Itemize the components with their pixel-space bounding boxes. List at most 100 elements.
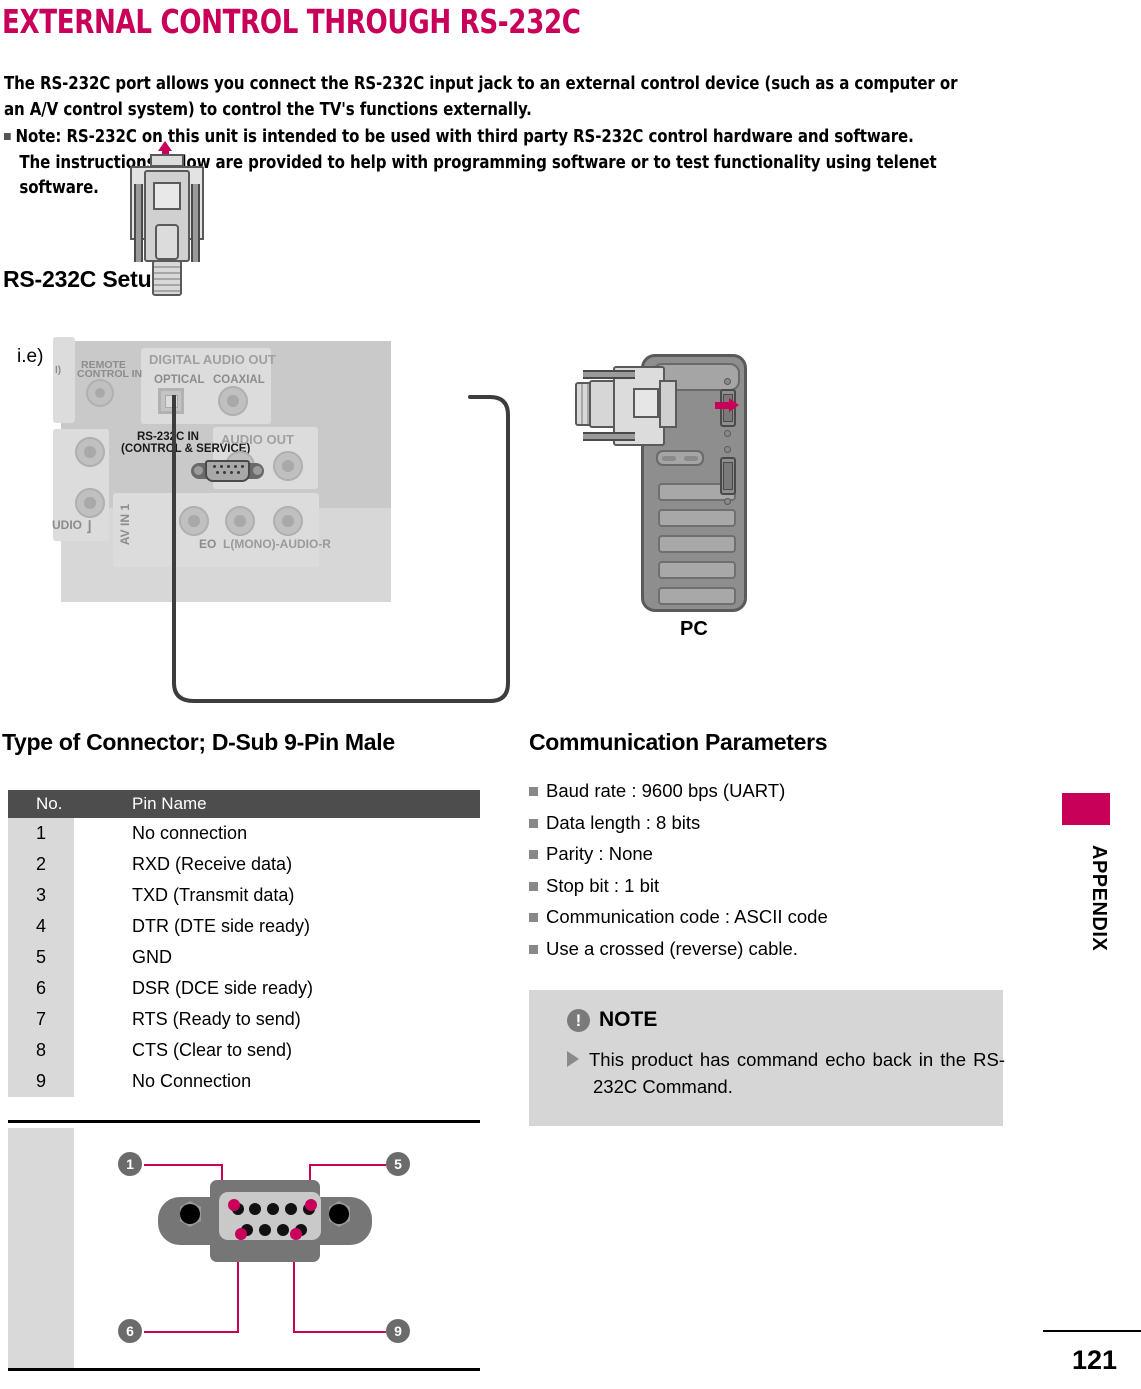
plug-face-square bbox=[153, 182, 181, 210]
bullet-square-icon bbox=[529, 818, 538, 828]
jack-component-audio-l bbox=[75, 437, 105, 467]
list-item: Parity : None bbox=[529, 838, 999, 870]
list-item-label: Stop bit : 1 bit bbox=[546, 874, 660, 896]
cell-pin-name: TXD (Transmit data) bbox=[132, 885, 295, 905]
cell-no: 9 bbox=[35, 1071, 46, 1091]
page-number: 121 bbox=[1072, 1345, 1118, 1375]
pc-expansion-slot-3 bbox=[658, 535, 736, 553]
pc-expansion-slot-2 bbox=[658, 509, 736, 527]
list-item: Data length : 8 bits bbox=[529, 807, 999, 839]
pc-vga-port bbox=[720, 457, 736, 495]
label-audio-partial: UDIO bbox=[52, 518, 82, 532]
pc-plug-screw-top bbox=[583, 370, 635, 379]
cell-no: 5 bbox=[35, 947, 46, 967]
plug-screw-right bbox=[191, 184, 200, 262]
section-heading-communication-parameters: Communication Parameters bbox=[529, 729, 828, 755]
pc-vga-screw-bottom bbox=[724, 498, 731, 505]
intro-note-line: Note: RS-232C on this unit is intended t… bbox=[4, 125, 972, 151]
cell-pin-name: RXD (Receive data) bbox=[132, 854, 293, 874]
divider-below-pinout bbox=[8, 1368, 480, 1371]
bullet-square-icon bbox=[4, 133, 11, 140]
cell-pin-name: DTR (DTE side ready) bbox=[132, 916, 311, 936]
exclamation-icon: ! bbox=[567, 1008, 590, 1032]
list-item-label: Communication code : ASCII code bbox=[546, 906, 828, 927]
pc-buttons bbox=[656, 450, 704, 466]
pc-side-dsub-plug bbox=[575, 366, 685, 446]
table-header-no: No. bbox=[36, 794, 63, 813]
cell-pin-name: CTS (Clear to send) bbox=[132, 1040, 293, 1060]
table-row: 7 RTS (Ready to send) bbox=[8, 1004, 480, 1035]
table-row: 5 GND bbox=[8, 942, 480, 973]
tv-side-dsub-plug bbox=[130, 154, 204, 314]
page-number-rule bbox=[1043, 1330, 1141, 1332]
intro-paragraph: The RS-232C port allows you connect the … bbox=[4, 74, 958, 120]
ie-label: i.e) bbox=[17, 346, 44, 367]
cell-no: 1 bbox=[35, 823, 46, 843]
jack-component-audio-r bbox=[75, 488, 105, 518]
label-hdmi-partial: I) bbox=[55, 365, 62, 376]
table-row: 2 RXD (Receive data) bbox=[8, 849, 480, 880]
table-row: 6 DSR (DCE side ready) bbox=[8, 973, 480, 1004]
list-item: Use a crossed (reverse) cable. bbox=[529, 933, 999, 965]
pc-serial-screw-top bbox=[724, 378, 731, 385]
cell-pin-name: DSR (DCE side ready) bbox=[132, 978, 314, 998]
note-header: ! NOTE bbox=[567, 1008, 657, 1032]
pc-plug-nose bbox=[659, 380, 677, 428]
cell-no: 6 bbox=[35, 978, 46, 998]
plug-strain-relief bbox=[152, 260, 182, 296]
bullet-square-icon bbox=[529, 944, 538, 954]
list-item-label: Use a crossed (reverse) cable. bbox=[546, 937, 798, 959]
label-coaxial: COAXIAL bbox=[213, 374, 265, 386]
cell-pin-name: RTS (Ready to send) bbox=[132, 1009, 301, 1029]
bullet-square-icon bbox=[529, 787, 538, 796]
plug-grip bbox=[155, 224, 179, 260]
list-item: Baud rate : 9600 bps (UART) bbox=[529, 775, 999, 807]
cell-no: 7 bbox=[35, 1009, 46, 1029]
table-row: 8 CTS (Clear to send) bbox=[8, 1035, 480, 1066]
list-item: Communication code : ASCII code bbox=[529, 901, 999, 933]
section-heading-connector-type: Type of Connector; D-Sub 9-Pin Male bbox=[2, 729, 395, 755]
table-row: 3 TXD (Transmit data) bbox=[8, 880, 480, 911]
pinout-callout-5: 5 bbox=[386, 1152, 410, 1176]
cell-no: 4 bbox=[35, 916, 46, 936]
label-av-in-1: AV IN 1 bbox=[118, 504, 132, 546]
cell-no: 8 bbox=[35, 1040, 46, 1060]
plug-screw-left bbox=[134, 184, 143, 262]
pin-assignment-table: No. Pin Name 1 No connection 2 RXD (Receiv… bbox=[8, 790, 480, 1097]
rs232c-cable bbox=[172, 395, 510, 703]
pc-serial-screw-bottom bbox=[724, 430, 731, 437]
cell-pin-name: No connection bbox=[132, 823, 248, 843]
page-title: EXTERNAL CONTROL THROUGH RS-232C bbox=[2, 2, 581, 41]
bullet-square-icon bbox=[529, 850, 538, 859]
table-header-pin-name: Pin Name bbox=[132, 794, 207, 813]
cell-no: 3 bbox=[35, 885, 46, 905]
pc-plug-screw-bottom bbox=[583, 432, 635, 441]
label-remote-line2: CONTROL IN bbox=[77, 368, 143, 380]
label-optical: OPTICAL bbox=[154, 374, 205, 386]
bullet-square-icon bbox=[529, 881, 538, 891]
screw-hole-left bbox=[180, 1204, 200, 1224]
section-tab-label: APPENDIX bbox=[1088, 845, 1110, 952]
note-body-text: This product has command echo back in th… bbox=[589, 1049, 1005, 1097]
pc-caption: PC bbox=[680, 618, 708, 640]
panel-block-hdmi bbox=[53, 337, 75, 423]
table-row: 1 No connection bbox=[8, 818, 480, 849]
communication-parameters-list: Baud rate : 9600 bps (UART) Data length … bbox=[529, 775, 999, 964]
dsub-pinout-diagram bbox=[144, 1164, 386, 1333]
list-item-label: Baud rate : 9600 bps (UART) bbox=[546, 780, 786, 801]
table-row: 4 DTR (DTE side ready) bbox=[8, 911, 480, 942]
bullet-square-icon bbox=[529, 913, 538, 922]
pc-vga-screw-top bbox=[724, 446, 731, 453]
divider-above-pinout bbox=[8, 1120, 480, 1123]
cell-pin-name: No Connection bbox=[132, 1071, 252, 1091]
pc-plug-face-square bbox=[633, 388, 659, 418]
pinout-callout-9: 9 bbox=[386, 1319, 410, 1343]
list-item-label: Parity : None bbox=[546, 843, 653, 864]
screw-hole-right bbox=[329, 1204, 349, 1224]
pc-expansion-slot-5 bbox=[658, 587, 736, 605]
triangle-right-icon bbox=[567, 1051, 579, 1067]
table-header-row: No. Pin Name bbox=[8, 790, 480, 818]
note-title: NOTE bbox=[599, 1008, 658, 1031]
jack-remote-control-in bbox=[86, 379, 114, 407]
list-item-label: Data length : 8 bits bbox=[546, 811, 701, 833]
